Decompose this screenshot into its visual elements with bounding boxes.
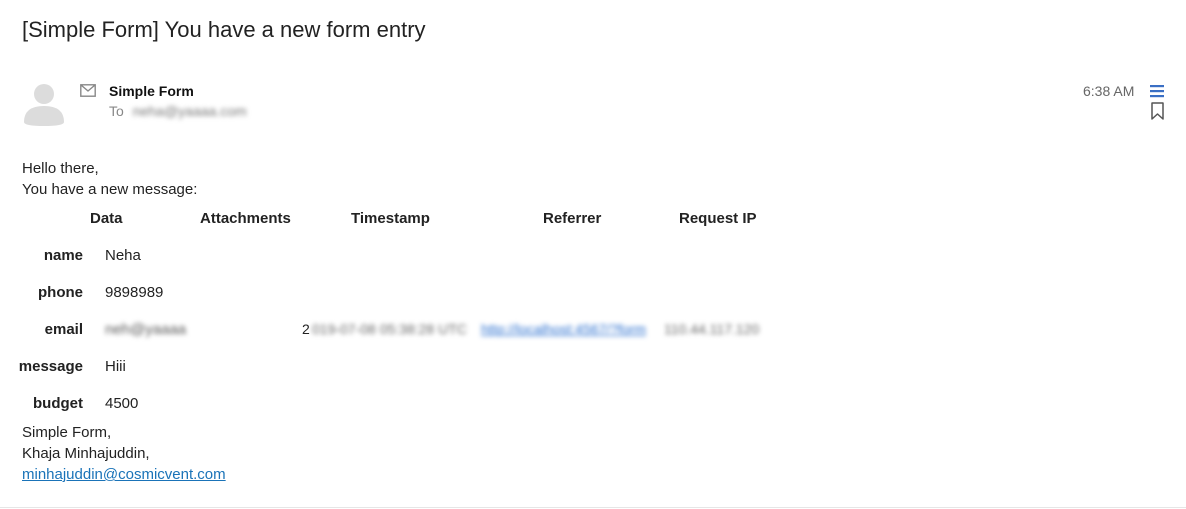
sender-name[interactable]: Simple Form xyxy=(109,83,194,99)
field-label-name: name xyxy=(43,247,83,264)
field-value-name: Neha xyxy=(105,247,141,264)
field-value-phone: 9898989 xyxy=(105,284,164,301)
intro-text: You have a new message: xyxy=(22,181,198,198)
signature-email-link[interactable]: minhajuddin@cosmicvent.com xyxy=(22,466,226,483)
field-label-message: message xyxy=(18,358,83,375)
referrer-link[interactable]: http://localhost:4567/?form xyxy=(481,321,646,337)
email-subject: [Simple Form] You have a new form entry xyxy=(22,17,426,42)
header-referrer: Referrer xyxy=(543,210,602,227)
field-value-budget: 4500 xyxy=(105,395,139,412)
field-value-message: Hiii xyxy=(105,358,126,375)
header-timestamp: Timestamp xyxy=(351,210,430,227)
received-time: 6:38 AM xyxy=(1083,83,1135,99)
field-label-phone: phone xyxy=(38,284,83,301)
hamburger-menu-icon[interactable] xyxy=(1150,84,1164,98)
signature-line-1: Simple Form, xyxy=(22,424,112,441)
signature-line-2: Khaja Minhajuddin, xyxy=(22,445,150,462)
field-label-budget: budget xyxy=(33,395,83,412)
header-data: Data xyxy=(90,210,123,227)
recipient-line: To neha@yaaaa.com xyxy=(109,103,247,119)
recipient-address: neha@yaaaa.com xyxy=(132,103,247,119)
header-attachments: Attachments xyxy=(200,210,291,227)
header-request-ip: Request IP xyxy=(679,210,757,227)
request-ip-value: 110.44.117.120 xyxy=(664,321,760,337)
field-label-email: email xyxy=(44,321,83,338)
bottom-divider xyxy=(0,507,1186,508)
envelope-icon xyxy=(80,84,96,97)
timestamp-visible-part: 2 xyxy=(302,321,310,337)
field-value-email: neh@yaaaa xyxy=(105,321,187,338)
person-silhouette-icon xyxy=(24,84,64,126)
timestamp-value: 019-07-08 05:38:28 UTC xyxy=(312,321,467,337)
greeting-text: Hello there, xyxy=(22,160,99,177)
bookmark-icon[interactable] xyxy=(1150,102,1165,120)
to-label: To xyxy=(109,103,124,119)
